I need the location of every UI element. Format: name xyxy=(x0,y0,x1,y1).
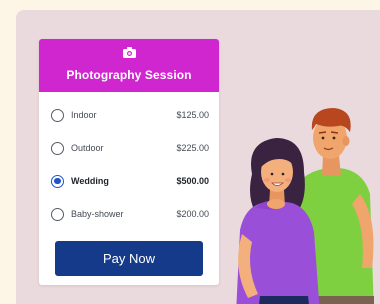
option-label: Outdoor xyxy=(71,143,104,153)
option-price: $225.00 xyxy=(176,143,209,153)
couple-illustration xyxy=(236,108,374,304)
option-wedding[interactable]: Wedding $500.00 xyxy=(51,171,209,191)
option-price: $500.00 xyxy=(176,176,209,186)
option-label: Wedding xyxy=(71,176,109,186)
card-header: Photography Session xyxy=(39,39,219,92)
option-price: $125.00 xyxy=(176,110,209,120)
radio-baby-shower[interactable] xyxy=(51,207,64,221)
pay-now-button[interactable]: Pay Now xyxy=(55,241,203,276)
card-title: Photography Session xyxy=(66,68,192,82)
radio-wedding[interactable] xyxy=(51,174,64,188)
booking-card: Photography Session Indoor $125.00 Outdo… xyxy=(39,39,219,285)
option-indoor[interactable]: Indoor $125.00 xyxy=(51,105,209,125)
option-label: Baby-shower xyxy=(71,209,124,219)
camera-icon xyxy=(123,47,136,58)
option-label: Indoor xyxy=(71,110,97,120)
radio-outdoor[interactable] xyxy=(51,141,64,155)
option-outdoor[interactable]: Outdoor $225.00 xyxy=(51,138,209,158)
background-panel: Photography Session Indoor $125.00 Outdo… xyxy=(16,10,380,304)
man-neck xyxy=(322,156,341,176)
radio-indoor[interactable] xyxy=(51,108,64,122)
option-baby-shower[interactable]: Baby-shower $200.00 xyxy=(51,204,209,224)
option-price: $200.00 xyxy=(176,209,209,219)
